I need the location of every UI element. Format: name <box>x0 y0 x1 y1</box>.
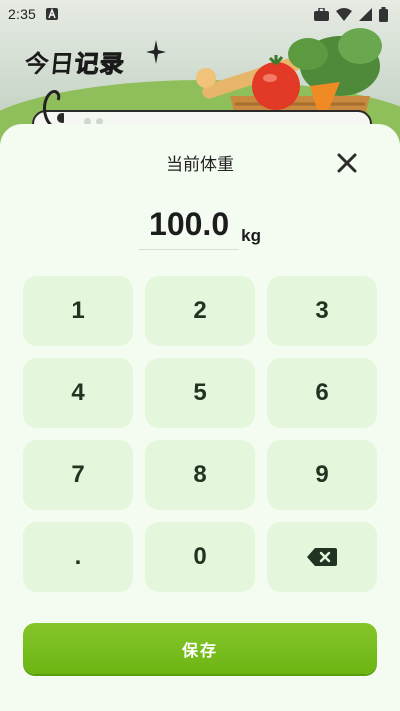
key-8[interactable]: 8 <box>145 440 255 510</box>
key-decimal[interactable]: . <box>23 522 133 592</box>
key-1[interactable]: 1 <box>23 276 133 346</box>
numeric-keypad: 1 2 3 4 5 6 7 8 9 . 0 <box>23 276 377 592</box>
close-button[interactable] <box>332 148 362 178</box>
notification-a-icon <box>46 8 59 20</box>
backspace-icon <box>307 548 337 566</box>
banner-title: 今日记录 <box>23 44 127 79</box>
wifi-icon <box>336 7 352 21</box>
battery-icon <box>379 6 388 22</box>
weight-value[interactable]: 100.0 <box>139 206 240 250</box>
close-icon <box>337 153 357 173</box>
key-4[interactable]: 4 <box>23 358 133 428</box>
briefcase-icon <box>314 7 329 21</box>
status-bar: 2:35 <box>0 0 400 28</box>
banner-title-part2: 记录 <box>73 51 127 79</box>
key-5[interactable]: 5 <box>145 358 255 428</box>
key-3[interactable]: 3 <box>267 276 377 346</box>
key-6[interactable]: 6 <box>267 358 377 428</box>
signal-icon <box>359 7 372 21</box>
key-7[interactable]: 7 <box>23 440 133 510</box>
status-time: 2:35 <box>8 6 37 22</box>
save-button[interactable]: 保存 <box>23 623 377 674</box>
key-9[interactable]: 9 <box>267 440 377 510</box>
weight-unit: kg <box>241 226 261 245</box>
ring-icon <box>43 90 64 128</box>
weight-display: 100.0 kg <box>0 206 400 250</box>
sparkle-icon <box>146 40 166 64</box>
weight-input-sheet: 当前体重 100.0 kg 1 2 3 4 5 6 7 8 9 . 0 保存 <box>0 124 400 711</box>
banner-title-part1: 今日 <box>23 51 77 78</box>
key-2[interactable]: 2 <box>145 276 255 346</box>
key-backspace[interactable] <box>267 522 377 592</box>
key-0[interactable]: 0 <box>145 522 255 592</box>
